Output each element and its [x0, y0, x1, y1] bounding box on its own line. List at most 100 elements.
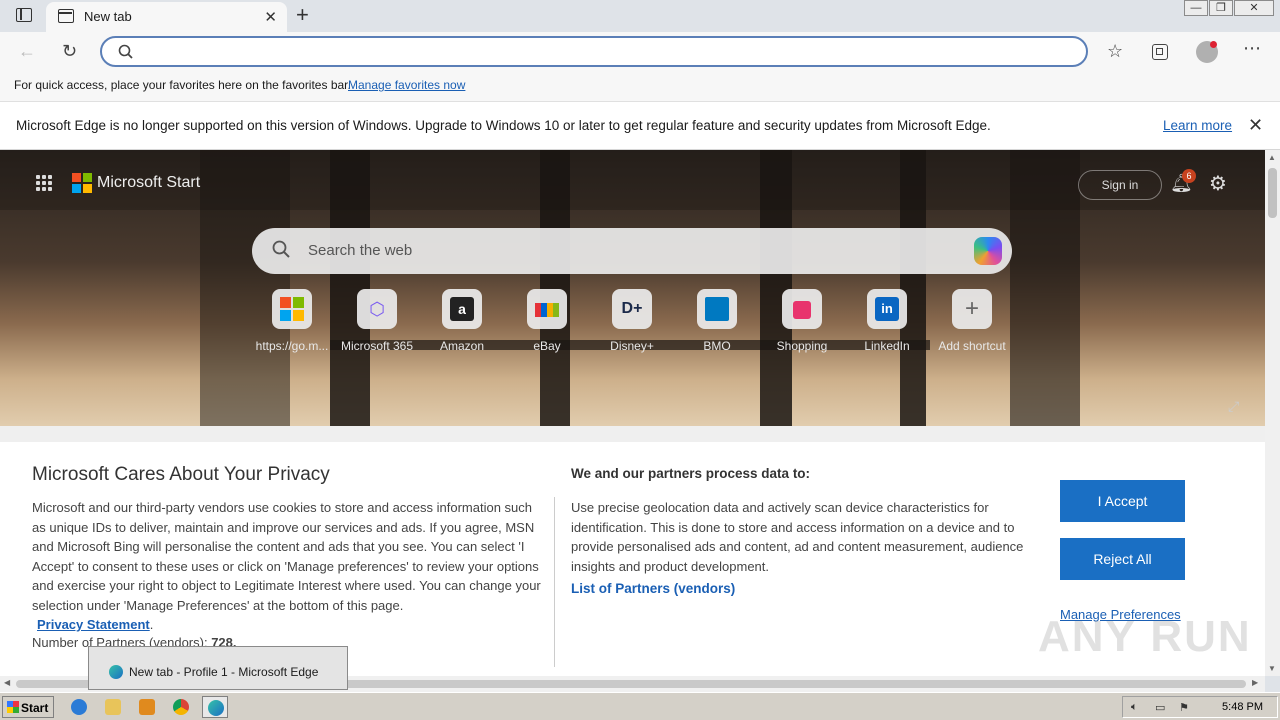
microsoft-start-brand[interactable]: Microsoft Start: [97, 174, 200, 192]
privacy-statement-link[interactable]: Privacy Statement: [37, 617, 150, 632]
address-bar[interactable]: [100, 36, 1088, 67]
taskbar-edge[interactable]: [202, 696, 228, 718]
edge-icon: [109, 665, 123, 679]
divider: [554, 497, 555, 667]
microsoft-logo-icon: [72, 173, 92, 193]
action-center-flag-icon[interactable]: ⚑: [1179, 701, 1192, 714]
settings-and-more-icon[interactable]: ⋯: [1243, 38, 1261, 59]
new-tab-background: Microsoft Start Sign in 🔔︎ 6 ⚙ Search th…: [0, 150, 1265, 430]
shortcut-label: BMO: [703, 339, 731, 353]
infobar-close-icon[interactable]: ✕: [1248, 115, 1263, 136]
app-launcher-icon[interactable]: [36, 175, 52, 191]
browser-toolbar: ← ↻ ☆ ⋯: [0, 32, 1280, 72]
microsoft-365-icon: ⬡: [357, 289, 397, 329]
minimize-button[interactable]: —: [1184, 0, 1208, 16]
windows-logo-icon: [272, 289, 312, 329]
favorites-hint: For quick access, place your favorites h…: [14, 78, 351, 92]
shortcut-disney-plus[interactable]: D+ Disney+: [592, 289, 672, 353]
shortcut-go-microsoft[interactable]: https://go.m...: [252, 289, 332, 353]
quicklaunch-explorer[interactable]: [100, 696, 126, 718]
favorites-bar: For quick access, place your favorites h…: [0, 72, 1280, 102]
manage-favorites-link[interactable]: Manage favorites now: [348, 78, 465, 92]
add-favorite-star-icon[interactable]: ☆: [1107, 41, 1123, 62]
new-tab-page-icon: [58, 9, 74, 23]
sign-in-button[interactable]: Sign in: [1078, 170, 1162, 200]
scroll-up-arrow-icon[interactable]: ▲: [1268, 153, 1276, 162]
scroll-down-arrow-icon[interactable]: ▼: [1268, 664, 1276, 673]
expand-background-icon[interactable]: ⤢: [1228, 398, 1239, 415]
shortcut-linkedin[interactable]: in LinkedIn: [847, 289, 927, 353]
bmo-icon: [697, 289, 737, 329]
profile-avatar[interactable]: [1196, 41, 1218, 63]
search-icon: [118, 44, 133, 59]
ebay-icon: [527, 289, 567, 329]
scroll-left-arrow-icon[interactable]: ◀: [4, 678, 10, 687]
shortcut-label: Shopping: [776, 339, 828, 353]
learn-more-link[interactable]: Learn more: [1163, 118, 1232, 133]
data-processing-heading: We and our partners process data to:: [571, 466, 811, 481]
privacy-title: Microsoft Cares About Your Privacy: [32, 464, 330, 485]
chrome-icon: [173, 699, 189, 715]
tab-title: New tab: [84, 9, 132, 24]
plus-icon: +: [952, 289, 992, 329]
search-icon: [272, 240, 290, 258]
media-player-icon: [139, 699, 155, 715]
shortcut-bmo[interactable]: BMO: [677, 289, 757, 353]
infobar-message: Microsoft Edge is no longer supported on…: [16, 118, 991, 133]
copilot-icon[interactable]: [974, 237, 1002, 265]
scrollbar-thumb[interactable]: [1268, 168, 1277, 218]
shortcut-ebay[interactable]: eBay: [507, 289, 587, 353]
quicklaunch-media[interactable]: [134, 696, 160, 718]
notification-count-badge: 6: [1182, 169, 1196, 183]
windows-flag-icon: [7, 701, 19, 713]
shortcut-amazon[interactable]: a Amazon: [422, 289, 502, 353]
restore-button[interactable]: ❐: [1209, 0, 1233, 16]
start-button[interactable]: Start: [2, 696, 54, 718]
tab-new-tab[interactable]: New tab ✕: [46, 2, 287, 32]
accept-button[interactable]: I Accept: [1060, 480, 1185, 522]
linkedin-icon: in: [867, 289, 907, 329]
back-arrow-icon[interactable]: ←: [18, 41, 36, 62]
taskbar-thumbnail-popup[interactable]: New tab - Profile 1 - Microsoft Edge: [88, 646, 348, 690]
shortcut-label: Microsoft 365: [340, 339, 414, 353]
quicklaunch-ie[interactable]: [66, 696, 92, 718]
shortcut-microsoft-365[interactable]: ⬡ Microsoft 365: [337, 289, 417, 353]
collections-icon[interactable]: [1152, 44, 1168, 60]
shopping-bag-icon: [782, 289, 822, 329]
thumbnail-title: New tab - Profile 1 - Microsoft Edge: [129, 665, 319, 679]
volume-icon[interactable]: 🔈︎: [1131, 701, 1144, 714]
tab-actions-icon[interactable]: [16, 8, 32, 22]
shortcut-label: https://go.m...: [255, 339, 329, 353]
shortcut-label: LinkedIn: [864, 339, 910, 353]
page-vertical-scrollbar[interactable]: ▲ ▼: [1265, 150, 1280, 676]
scroll-right-arrow-icon[interactable]: ▶: [1252, 678, 1258, 687]
page-settings-gear-icon[interactable]: ⚙: [1209, 171, 1227, 196]
web-search-box[interactable]: Search the web: [252, 228, 1012, 274]
tab-strip: New tab ✕ + — ❐ ✕: [0, 0, 1280, 32]
close-window-button[interactable]: ✕: [1234, 0, 1274, 16]
list-of-partners-link[interactable]: List of Partners (vendors): [571, 581, 735, 596]
shortcut-shopping[interactable]: Shopping: [762, 289, 842, 353]
disney-plus-icon: D+: [612, 289, 652, 329]
system-tray: 🔈︎ ▭ ⚑ 5:48 PM: [1122, 696, 1278, 718]
tab-close-icon[interactable]: ✕: [264, 8, 277, 26]
unsupported-os-infobar: Microsoft Edge is no longer supported on…: [0, 102, 1280, 150]
privacy-body-text: Microsoft and our third-party vendors us…: [32, 500, 541, 613]
new-tab-button[interactable]: +: [296, 2, 309, 28]
clock[interactable]: 5:48 PM: [1222, 701, 1263, 713]
windows-taskbar: Start 🔈︎ ▭ ⚑ 5:48 PM: [0, 692, 1280, 720]
folder-icon: [105, 699, 121, 715]
data-processing-body: Use precise geolocation data and activel…: [571, 500, 1024, 574]
reject-all-button[interactable]: Reject All: [1060, 538, 1185, 580]
amazon-icon: a: [442, 289, 482, 329]
refresh-icon[interactable]: ↻: [62, 41, 77, 62]
quicklaunch-chrome[interactable]: [168, 696, 194, 718]
shortcut-label: Disney+: [610, 339, 654, 353]
privacy-body: Microsoft and our third-party vendors us…: [32, 500, 541, 632]
add-shortcut-button[interactable]: + Add shortcut: [932, 289, 1012, 353]
search-placeholder[interactable]: Search the web: [308, 242, 412, 259]
network-icon[interactable]: ▭: [1155, 701, 1168, 714]
anyrun-watermark: ANY RUN: [1038, 612, 1252, 661]
start-label: Start: [21, 701, 49, 715]
shortcut-label: Add shortcut: [938, 339, 1006, 353]
